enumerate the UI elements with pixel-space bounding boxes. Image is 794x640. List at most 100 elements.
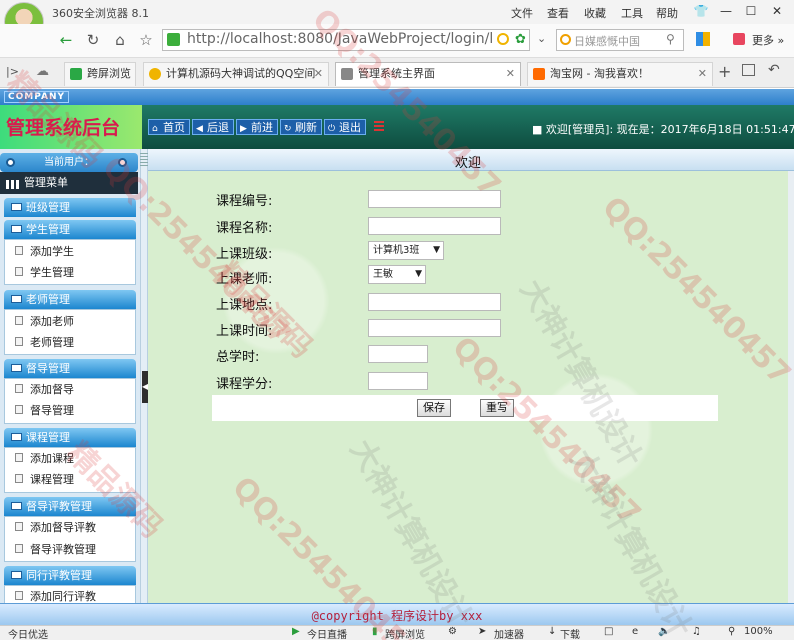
tab-taobao[interactable]: 淘宝网 - 淘我喜欢！ ✕: [527, 62, 713, 86]
sidebar-item-teacher-management[interactable]: 老师管理: [14, 334, 74, 350]
teacher-select[interactable]: 王敏 ▼: [368, 265, 426, 284]
gift-icon[interactable]: [733, 33, 745, 45]
document-icon[interactable]: □: [604, 626, 613, 637]
sidebar-item-add-peer-evaluation[interactable]: 添加同行评教: [14, 588, 96, 604]
menu-lines-icon[interactable]: [374, 121, 384, 133]
sidebar-item-course-management[interactable]: 课程管理: [14, 471, 74, 487]
refresh-button[interactable]: ↻ 刷新: [280, 119, 322, 135]
back-button[interactable]: ◀ 后退: [192, 119, 234, 135]
forward-label: 前进: [251, 121, 273, 134]
volume-icon[interactable]: ♫: [692, 626, 701, 637]
refresh-icon: ↻: [284, 124, 292, 134]
menu-view[interactable]: 查看: [547, 5, 569, 21]
phone-icon[interactable]: ▮: [372, 626, 378, 637]
zoom-icon[interactable]: ⚲: [728, 626, 735, 637]
page-icon: [15, 522, 23, 531]
folder-icon: [11, 433, 22, 441]
more-button[interactable]: 更多 »: [752, 32, 784, 48]
rocket-icon[interactable]: ➤: [478, 626, 486, 637]
undo-close-icon[interactable]: ↶: [768, 62, 780, 78]
back-arrow-icon[interactable]: ←: [57, 31, 75, 49]
star-icon[interactable]: ☆: [137, 31, 155, 49]
tab-management-main[interactable]: 管理系统主界面 ✕: [335, 62, 521, 86]
skin-icon[interactable]: 👕: [692, 3, 710, 19]
pin-icon: [118, 158, 127, 167]
course-name-input[interactable]: [368, 217, 501, 235]
time-input[interactable]: [368, 319, 501, 337]
close-icon[interactable]: ✕: [314, 63, 323, 85]
close-icon[interactable]: ✕: [506, 63, 515, 85]
sidebar-item-add-supervisor-evaluation[interactable]: 添加督导评教: [14, 519, 96, 535]
download-icon[interactable]: ↓: [548, 626, 556, 637]
new-tab-icon[interactable]: +: [718, 62, 731, 81]
logout-button[interactable]: ⏻ 退出: [324, 119, 366, 135]
credits-input[interactable]: [368, 372, 428, 390]
cloud-icon[interactable]: ☁: [36, 64, 49, 79]
save-button[interactable]: 保存: [417, 399, 451, 417]
ie-icon[interactable]: e: [632, 626, 638, 637]
location-input[interactable]: [368, 293, 501, 311]
taobao-icon: [533, 68, 545, 80]
tab-list-icon[interactable]: [742, 64, 755, 76]
section-student-management[interactable]: 学生管理: [4, 220, 136, 239]
total-hours-label: 总学时:: [216, 350, 260, 365]
chevron-down-icon[interactable]: ⌄: [537, 32, 546, 45]
section-supervisor-management[interactable]: 督导管理: [4, 359, 136, 378]
play-icon[interactable]: ▶: [292, 626, 300, 637]
sidebar-item-add-course[interactable]: 添加课程: [14, 450, 74, 466]
home-button[interactable]: ⌂ 首页: [148, 119, 190, 135]
accelerator-link[interactable]: 加速器: [494, 626, 524, 640]
download-link[interactable]: 下载: [560, 626, 580, 640]
zoom-level[interactable]: 100%: [744, 626, 773, 637]
sidebar-item-add-teacher[interactable]: 添加老师: [14, 313, 74, 329]
section-teacher-management[interactable]: 老师管理: [4, 290, 136, 309]
section-course-management[interactable]: 课程管理: [4, 428, 136, 447]
close-button[interactable]: ✕: [768, 3, 786, 19]
gear-icon[interactable]: ⚙: [448, 626, 457, 637]
content-title: 欢迎: [454, 156, 481, 171]
cross-screen-link[interactable]: 跨屏浏览: [385, 626, 425, 640]
section-supervisor-evaluation[interactable]: 督导评教管理: [4, 497, 136, 516]
speed-icon[interactable]: [497, 33, 509, 45]
daily-picks-link[interactable]: 今日优选: [8, 626, 48, 640]
power-icon: ⏻: [328, 124, 336, 134]
search-engine-icon[interactable]: [560, 34, 571, 45]
live-link[interactable]: 今日直播: [307, 626, 347, 640]
search-icon[interactable]: ⚲: [666, 32, 675, 46]
sidebar-toggle-icon[interactable]: |>: [6, 65, 19, 78]
sidebar-item-supervisor-evaluation-management[interactable]: 督导评教管理: [14, 541, 96, 557]
sidebar-item-supervisor-management[interactable]: 督导管理: [14, 402, 74, 418]
tab-cross-screen[interactable]: 跨屏浏览: [64, 62, 136, 86]
apps-icon[interactable]: [696, 32, 710, 46]
section-title: 督导评教管理: [26, 500, 92, 513]
reset-button[interactable]: 重写: [480, 399, 514, 417]
menu-favorites[interactable]: 收藏: [584, 5, 606, 21]
total-hours-input[interactable]: [368, 345, 428, 363]
maximize-button[interactable]: ☐: [742, 3, 760, 19]
close-icon[interactable]: ✕: [698, 63, 707, 85]
sidebar-item-student-management[interactable]: 学生管理: [14, 264, 74, 280]
pin-icon: [6, 158, 15, 167]
course-id-input[interactable]: [368, 190, 501, 208]
section-class-management[interactable]: 班级管理: [4, 198, 136, 217]
folder-icon: [11, 571, 22, 579]
home-icon[interactable]: ⌂: [111, 31, 129, 49]
search-input[interactable]: 日媒感慨中国: [574, 33, 640, 49]
menu-help[interactable]: 帮助: [656, 5, 678, 21]
url-input[interactable]: http://localhost:8080/JavaWebProject/log…: [187, 31, 493, 47]
forward-button[interactable]: ▶ 前进: [236, 119, 278, 135]
menu-file[interactable]: 文件: [511, 5, 533, 21]
menu-tools[interactable]: 工具: [621, 5, 643, 21]
sidebar-item-add-supervisor[interactable]: 添加督导: [14, 381, 74, 397]
phone-icon: [70, 68, 82, 80]
class-select[interactable]: 计算机3班 ▼: [368, 241, 444, 260]
minimize-button[interactable]: —: [717, 3, 735, 19]
sidebar-item-add-student[interactable]: 添加学生: [14, 243, 74, 259]
section-title: 老师管理: [26, 293, 70, 306]
section-peer-evaluation[interactable]: 同行评教管理: [4, 566, 136, 585]
tab-qq-space[interactable]: 计算机源码大神调试的QQ空间 ✕: [143, 62, 329, 86]
sound-icon[interactable]: 🔈: [658, 626, 670, 637]
reload-icon[interactable]: ↻: [84, 31, 102, 49]
leaf-icon[interactable]: ✿: [515, 32, 526, 47]
section-title: 学生管理: [26, 223, 70, 236]
